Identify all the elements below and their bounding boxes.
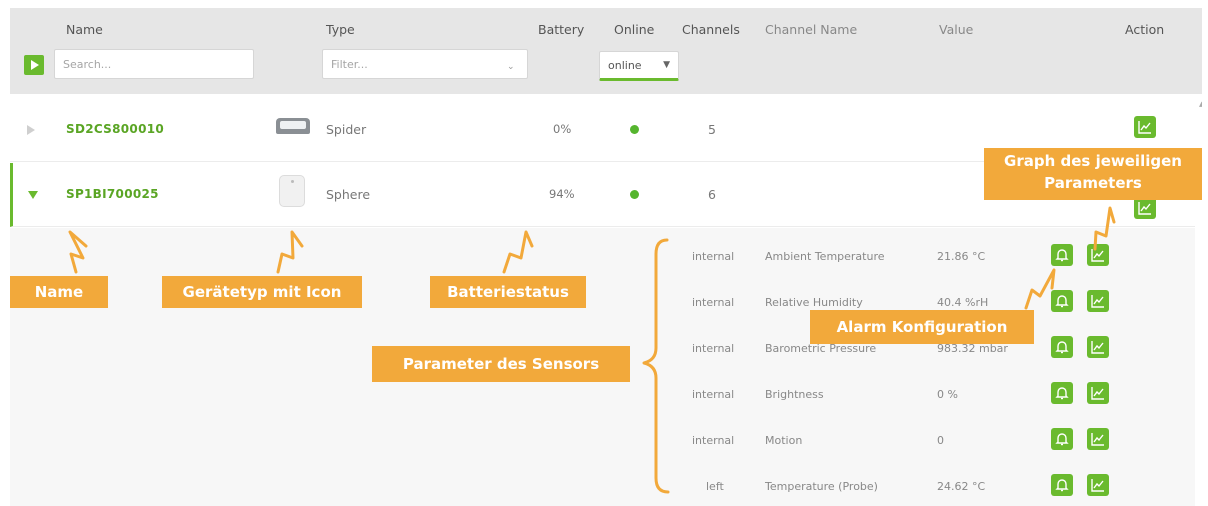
annotation-device-type: Gerätetyp mit Icon — [162, 276, 362, 308]
annotation-battery-status: Batteriestatus — [430, 276, 586, 308]
annotation-alarm-config: Alarm Konfiguration — [810, 310, 1034, 344]
annotation-name: Name — [10, 276, 108, 308]
annotation-graph-line1: Graph des jeweiligen — [1004, 152, 1182, 170]
annotation-sensor-params: Parameter des Sensors — [372, 346, 630, 382]
annotation-arrows — [68, 206, 1116, 494]
annotation-graph: Graph des jeweiligen Parameters — [984, 148, 1202, 200]
device-table: Name Type Battery Online Channels Channe… — [10, 8, 1202, 506]
annotation-graph-line2: Parameters — [1044, 174, 1142, 192]
